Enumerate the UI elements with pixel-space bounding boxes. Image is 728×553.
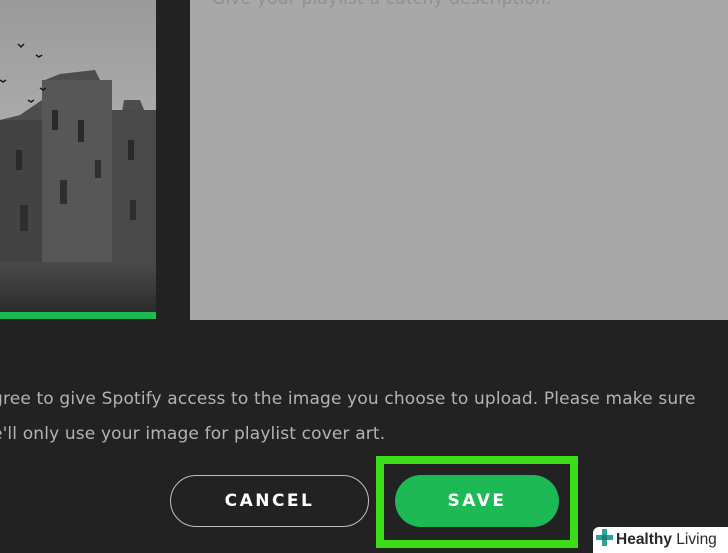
castle-photo	[0, 0, 156, 312]
watermark-brand-rest: Living	[672, 531, 717, 548]
consent-line-1: gree to give Spotify access to the image…	[0, 389, 696, 409]
description-input[interactable]	[190, 0, 728, 320]
cover-accent-bar	[0, 312, 156, 319]
description-placeholder: Give your playlist a catchy description.	[212, 0, 552, 9]
cancel-button[interactable]: CANCEL	[170, 475, 369, 527]
watermark-brand-bold: Healthy	[616, 531, 672, 548]
consent-text: gree to give Spotify access to the image…	[0, 382, 728, 452]
healthy-living-watermark: Healthy Living	[593, 527, 728, 553]
playlist-cover-image[interactable]	[0, 0, 156, 312]
consent-line-2: e'll only use your image for playlist co…	[0, 424, 386, 444]
save-button[interactable]: SAVE	[395, 475, 559, 527]
plus-cross-icon	[596, 529, 613, 551]
